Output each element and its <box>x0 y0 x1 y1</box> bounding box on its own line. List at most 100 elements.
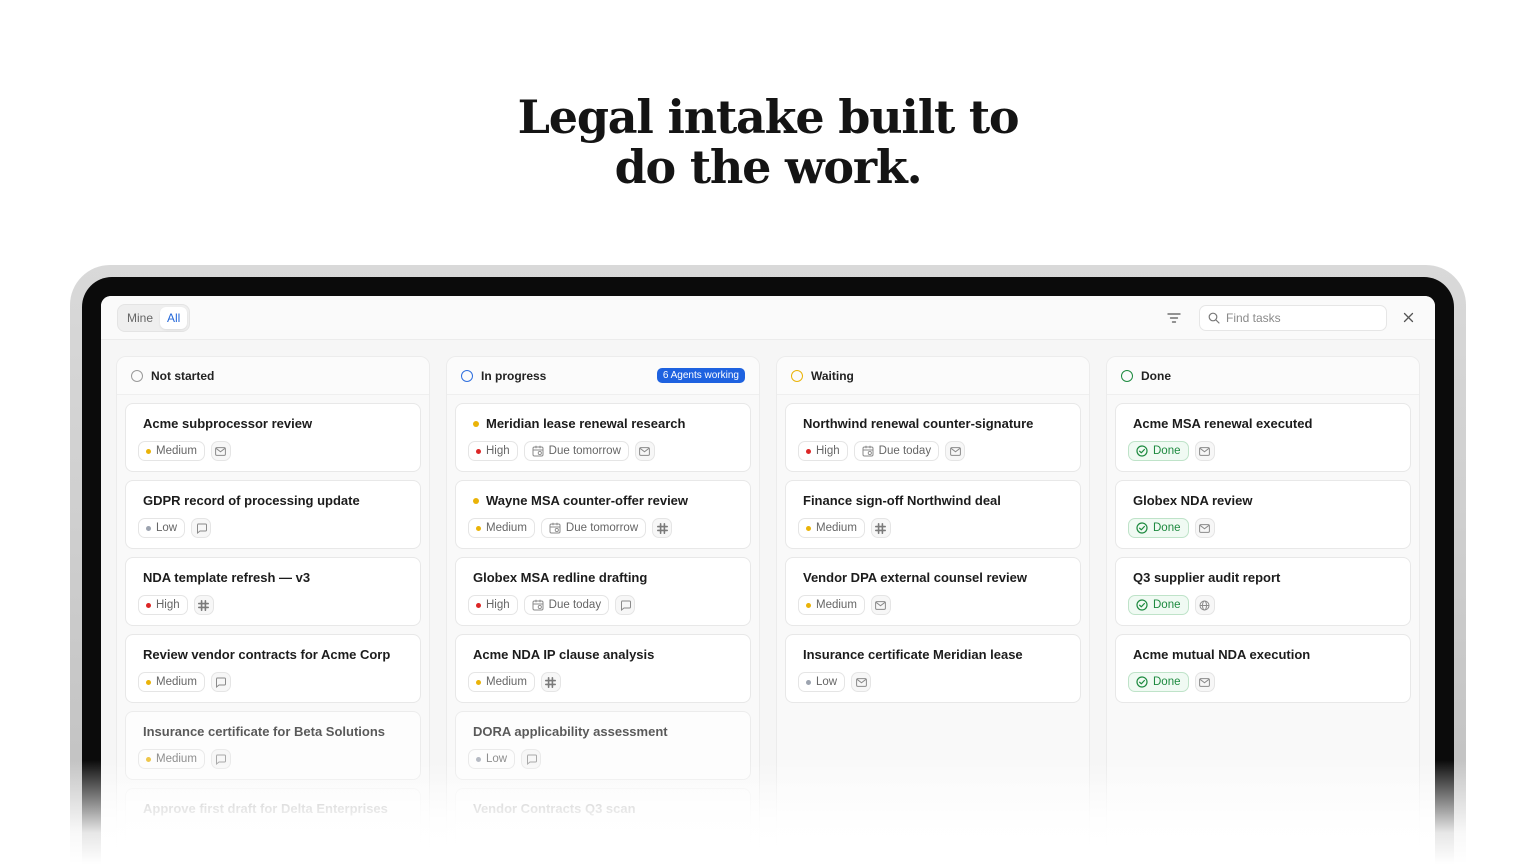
due-date-chip[interactable]: Due tomorrow <box>523 441 629 461</box>
task-card[interactable]: Globex MSA redline drafting High Due today <box>455 557 751 626</box>
priority-chip[interactable]: Medium <box>798 518 865 538</box>
source-chip[interactable] <box>191 518 212 538</box>
priority-chip[interactable]: High <box>468 441 518 461</box>
priority-chip[interactable]: High <box>138 595 188 615</box>
priority-chip[interactable]: Medium <box>468 672 535 692</box>
task-card[interactable]: Finance sign-off Northwind deal Medium <box>785 480 1081 549</box>
app-window: Mine All Find tasks Not started Acme sub… <box>101 296 1435 864</box>
source-chip[interactable] <box>521 749 542 769</box>
source-chip[interactable] <box>193 595 214 615</box>
priority-chip[interactable]: High <box>798 441 848 461</box>
task-card[interactable]: Globex NDA review Done <box>1115 480 1411 549</box>
source-chip[interactable] <box>1194 672 1215 692</box>
priority-chip[interactable]: Medium <box>138 672 205 692</box>
done-chip[interactable]: Done <box>1128 672 1189 692</box>
source-chip[interactable] <box>1194 595 1215 615</box>
task-title-text: Finance sign-off Northwind deal <box>803 493 1001 508</box>
task-title-text: Acme MSA renewal executed <box>1133 416 1313 431</box>
task-card[interactable]: Northwind renewal counter-signature High D… <box>785 403 1081 472</box>
task-card[interactable]: Insurance certificate for Beta Solutions… <box>125 711 421 780</box>
due-date-chip[interactable]: Due today <box>523 595 610 615</box>
column-title: In progress <box>481 368 547 383</box>
priority-dot <box>146 448 151 454</box>
source-chip[interactable] <box>945 441 966 461</box>
due-date-chip[interactable]: Due today <box>853 441 940 461</box>
task-card[interactable]: Acme MSA renewal executed Done <box>1115 403 1411 472</box>
toggle-mine[interactable]: Mine <box>120 307 160 329</box>
task-card[interactable]: DORA applicability assessment Low <box>455 711 751 780</box>
source-chip[interactable] <box>210 672 231 692</box>
task-chips: Done <box>1128 672 1398 692</box>
done-chip[interactable]: Done <box>1128 518 1189 538</box>
headline-line-1: Legal intake built to <box>517 90 1020 144</box>
task-card[interactable]: NDA template refresh — v3 High <box>125 557 421 626</box>
status-circle-icon <box>461 369 473 382</box>
mail-icon <box>1199 677 1210 687</box>
column-header: Not started <box>117 357 429 395</box>
priority-chip[interactable]: Medium <box>798 595 865 615</box>
source-chip[interactable] <box>210 749 231 769</box>
card-list: Northwind renewal counter-signature High D… <box>777 395 1089 703</box>
priority-dot <box>476 679 481 685</box>
agents-working-badge[interactable]: 6 Agents working <box>656 368 745 383</box>
source-chip[interactable] <box>652 518 673 538</box>
due-date-chip[interactable]: Due tomorrow <box>540 518 647 538</box>
toolbar: Mine All <box>101 296 1435 340</box>
check-circle-icon <box>1136 676 1148 688</box>
source-chip[interactable] <box>870 595 891 615</box>
due-label: Due today <box>878 445 932 457</box>
priority-chip[interactable]: High <box>468 595 518 615</box>
close-button[interactable] <box>1397 307 1419 329</box>
task-card[interactable]: Meridian lease renewal research High Due t… <box>455 403 751 472</box>
priority-chip[interactable]: Low <box>798 672 846 692</box>
task-card[interactable]: Approve first draft for Delta Enterprise… <box>125 788 421 857</box>
column-title: Done <box>1141 368 1171 383</box>
task-title: Finance sign-off Northwind deal <box>798 492 1068 509</box>
task-card[interactable]: Wayne MSA counter-offer review Medium Due … <box>455 480 751 549</box>
slack-icon <box>656 522 668 534</box>
priority-label: Medium <box>156 753 197 765</box>
task-card[interactable]: GDPR record of processing update Low <box>125 480 421 549</box>
priority-chip[interactable]: Medium <box>138 749 205 769</box>
priority-dot <box>476 602 481 608</box>
task-card[interactable]: Acme NDA IP clause analysis Medium <box>455 634 751 703</box>
task-chips: High Due today <box>798 441 1068 461</box>
source-chip[interactable] <box>1194 518 1215 538</box>
calendar-icon <box>532 599 544 611</box>
filter-button[interactable] <box>1163 307 1185 329</box>
task-title-text: Approve first draft for Delta Enterprise… <box>143 801 388 816</box>
priority-chip[interactable]: Low <box>468 749 516 769</box>
globe-icon <box>1199 600 1210 611</box>
source-chip[interactable] <box>870 518 891 538</box>
priority-chip[interactable]: Medium <box>138 441 205 461</box>
task-chips: Low <box>798 672 1068 692</box>
task-card[interactable]: Acme mutual NDA execution Done <box>1115 634 1411 703</box>
task-card[interactable]: Insurance certificate Meridian lease Low <box>785 634 1081 703</box>
done-chip[interactable]: Done <box>1128 441 1189 461</box>
source-chip[interactable] <box>210 441 231 461</box>
chat-icon <box>215 754 227 765</box>
task-card[interactable]: Acme subprocessor review Medium <box>125 403 421 472</box>
card-list: Acme MSA renewal executed Done Globex NDA … <box>1107 395 1419 703</box>
priority-dot <box>806 602 811 608</box>
task-title: Insurance certificate Meridian lease <box>798 646 1068 663</box>
task-card[interactable]: Review vendor contracts for Acme Corp Med… <box>125 634 421 703</box>
source-chip[interactable] <box>1194 441 1215 461</box>
done-chip[interactable]: Done <box>1128 595 1189 615</box>
task-card[interactable]: Vendor Contracts Q3 scan <box>455 788 751 857</box>
priority-chip[interactable]: Low <box>138 518 186 538</box>
mail-icon <box>639 446 651 456</box>
task-card[interactable]: Q3 supplier audit report Done <box>1115 557 1411 626</box>
source-chip[interactable] <box>540 672 561 692</box>
priority-chip[interactable]: Medium <box>468 518 535 538</box>
task-card[interactable]: Vendor DPA external counsel review Medium <box>785 557 1081 626</box>
source-chip[interactable] <box>634 441 655 461</box>
screen-bezel: Mine All Find tasks Not started Acme sub… <box>82 277 1454 864</box>
scope-toggle: Mine All <box>117 303 191 332</box>
search-input[interactable] <box>1226 310 1376 325</box>
toggle-all[interactable]: All <box>160 306 188 329</box>
check-circle-icon <box>1136 599 1148 611</box>
source-chip[interactable] <box>615 595 636 615</box>
source-chip[interactable] <box>851 672 872 692</box>
task-title-text: Vendor DPA external counsel review <box>803 570 1027 585</box>
